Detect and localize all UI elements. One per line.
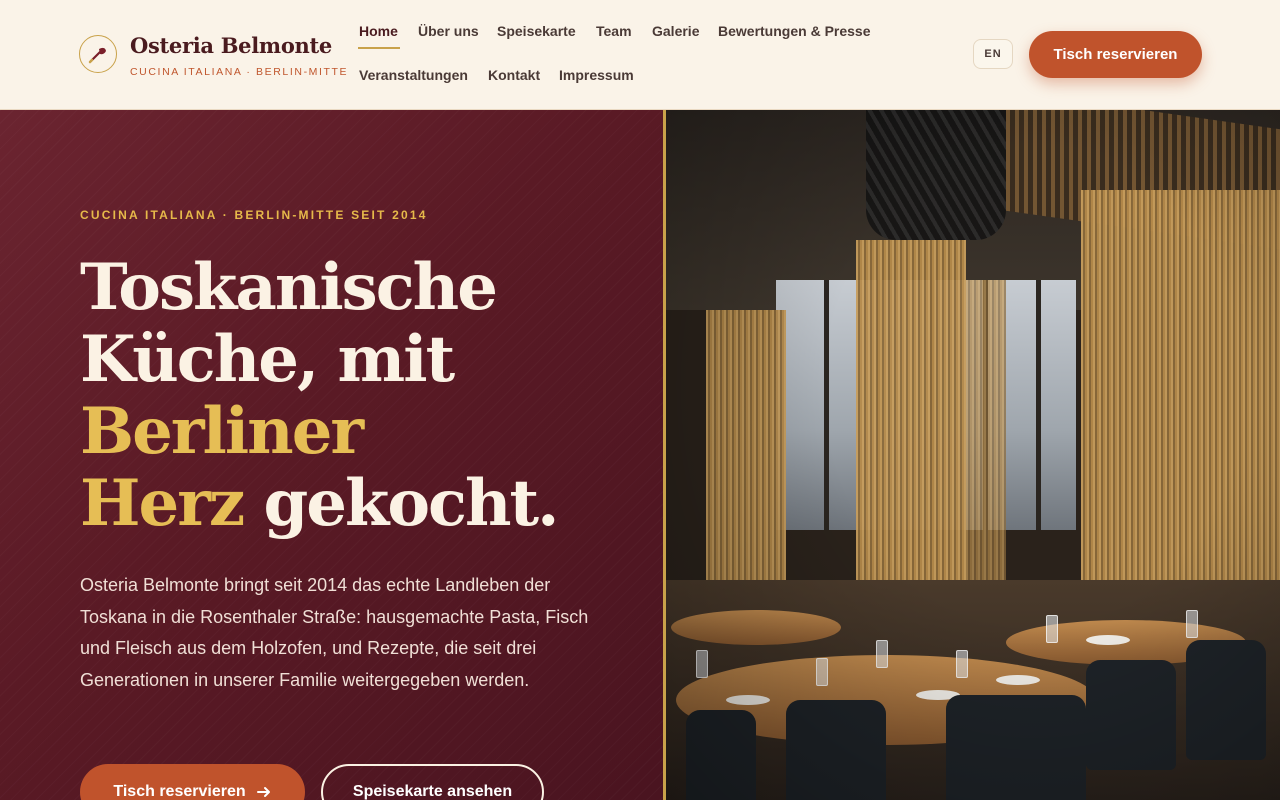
nav-item-ueber-uns[interactable]: Über uns bbox=[418, 23, 479, 39]
image-vignette bbox=[666, 110, 1280, 800]
nav-active-indicator bbox=[358, 47, 400, 49]
nav-item-kontakt[interactable]: Kontakt bbox=[488, 67, 540, 83]
nav-item-veranstaltungen[interactable]: Veranstaltungen bbox=[359, 67, 468, 83]
nav-item-team[interactable]: Team bbox=[596, 23, 632, 39]
headline-line-2: Küche, mit bbox=[80, 322, 455, 397]
site-header: Osteria Belmonte CUCINA ITALIANA · BERLI… bbox=[0, 0, 1280, 110]
headline-highlight-2: Herz bbox=[80, 466, 245, 541]
headline-highlight-1: Berliner bbox=[80, 394, 364, 469]
hero-lead-text: Osteria Belmonte bringt seit 2014 das ec… bbox=[80, 575, 589, 690]
logo-icon[interactable] bbox=[79, 35, 117, 73]
hero-reserve-button[interactable]: Tisch reservieren bbox=[80, 764, 305, 800]
brand-name[interactable]: Osteria Belmonte bbox=[130, 33, 332, 58]
hero-headline: Toskanische Küche, mit Berliner Herz gek… bbox=[80, 250, 560, 541]
brand-tagline: CUCINA ITALIANA · BERLIN-MITTE bbox=[130, 66, 349, 78]
nav-item-speisekarte[interactable]: Speisekarte bbox=[497, 23, 576, 39]
hero-restaurant-image bbox=[666, 110, 1280, 800]
hero-eyebrow: CUCINA ITALIANA · BERLIN-MITTE SEIT 2014 bbox=[80, 208, 428, 222]
nav-item-bewertungen-presse[interactable]: Bewertungen & Presse bbox=[718, 23, 871, 39]
language-switch-button[interactable]: EN bbox=[973, 39, 1013, 69]
arrow-right-icon bbox=[256, 787, 270, 797]
hero-reserve-label: Tisch reservieren bbox=[113, 783, 246, 800]
headline-end: gekocht. bbox=[263, 466, 560, 541]
header-reserve-button[interactable]: Tisch reservieren bbox=[1029, 31, 1202, 78]
nav-item-impressum[interactable]: Impressum bbox=[559, 67, 634, 83]
headline-line-1: Toskanische bbox=[80, 250, 498, 325]
nav-item-home[interactable]: Home bbox=[359, 23, 398, 39]
nav-item-galerie[interactable]: Galerie bbox=[652, 23, 699, 39]
hero-menu-button[interactable]: Speisekarte ansehen bbox=[321, 764, 544, 800]
pizza-peel-icon bbox=[88, 47, 106, 64]
